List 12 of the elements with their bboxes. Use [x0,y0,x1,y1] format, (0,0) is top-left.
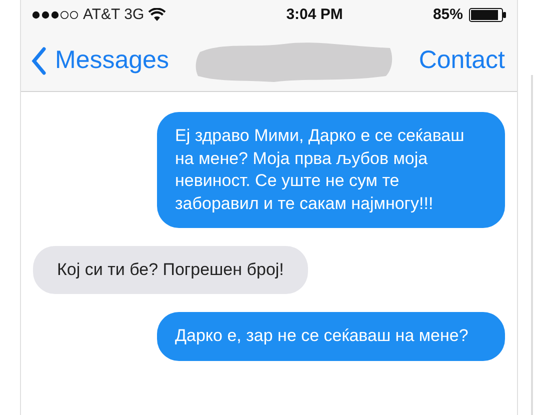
clock-time: 3:04 PM [286,4,343,25]
battery-icon [469,8,507,22]
back-link[interactable]: Messages [31,42,169,80]
received-message-bubble: Кој си ти бе? Погрешен број! [33,246,308,294]
sent-message-bubble: Еј здраво Мими, Дарко е се сеќаваш на мене? Моја прва љубов моја невиност. Се уште не сум те заборавил и те сакам најмногу!!! [157,112,505,228]
sent-message-bubble: Дарко е, зар не се сеќаваш на мене? [157,312,505,360]
battery-percent: 85% [432,4,463,25]
wifi-icon [148,8,166,22]
chevron-left-icon [31,46,47,76]
signal-dots-icon [31,10,79,20]
contact-link[interactable]: Contact [418,42,505,80]
carrier-label: AT&T 3G [83,4,144,25]
